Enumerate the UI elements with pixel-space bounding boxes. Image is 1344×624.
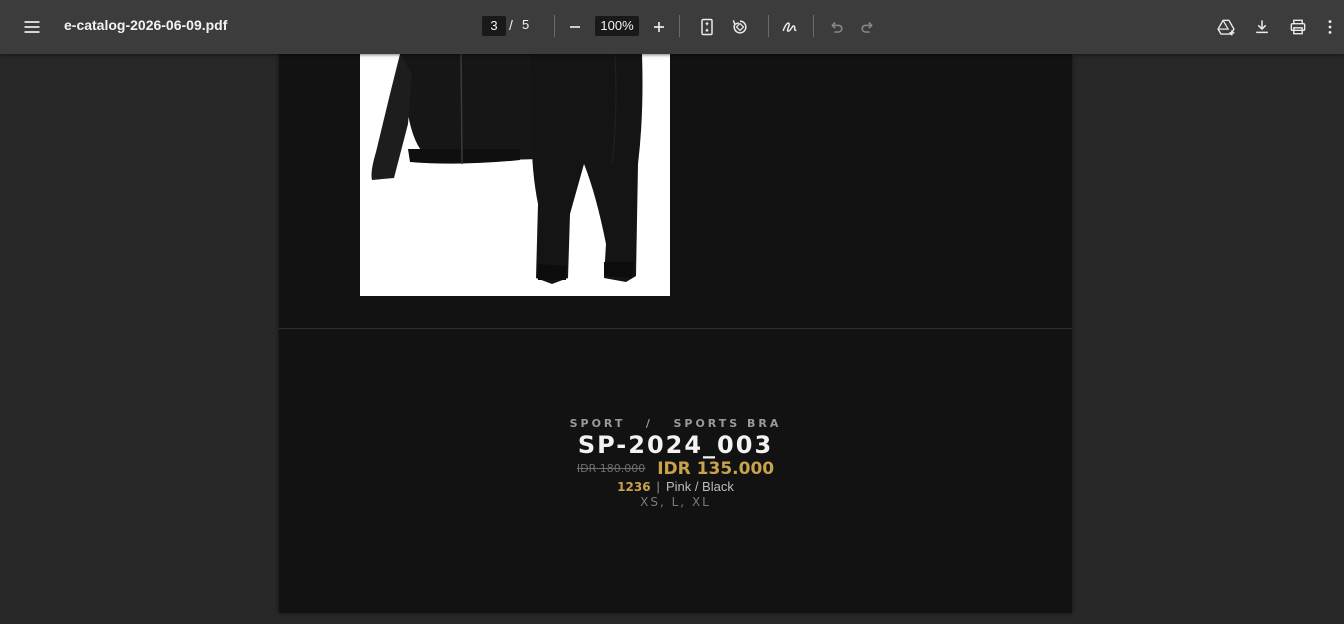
rotate-icon (732, 20, 747, 34)
fit-page-icon (701, 18, 713, 36)
zoom-in-button[interactable] (643, 11, 675, 43)
annotate-button[interactable] (774, 11, 806, 43)
document-title: e-catalog-2026-06-09.pdf (64, 17, 228, 33)
redo-icon (861, 21, 873, 33)
drive-icon (1217, 19, 1235, 36)
save-to-drive-button[interactable] (1210, 11, 1242, 43)
stock-count: 1236 (617, 480, 651, 494)
zoom-input[interactable]: 100% (595, 16, 639, 36)
product-image (360, 54, 670, 296)
tracksuit-illustration (371, 54, 643, 284)
product-meta: 1236 | Pink / Black (279, 479, 1072, 495)
meta-separator: | (656, 479, 660, 494)
page-total: 5 (522, 17, 530, 32)
pen-icon (782, 22, 797, 32)
download-icon (1256, 20, 1268, 34)
product-sku: SP-2024_003 (577, 431, 774, 459)
minus-icon (570, 26, 580, 28)
download-button[interactable] (1246, 11, 1278, 43)
price-row: IDR 180.000 IDR 135.000 (279, 459, 1072, 479)
sale-price: IDR 135.000 (657, 459, 775, 479)
toolbar-divider (768, 15, 769, 37)
product-card: SPORT / SPORTS BRA SP-2024_003 IDR 180.0… (279, 417, 1072, 509)
zoom-out-button[interactable] (559, 11, 591, 43)
plus-icon (654, 22, 664, 32)
page-separator: / (509, 17, 513, 33)
product-breadcrumb: SPORT / SPORTS BRA (279, 417, 1072, 431)
original-price: IDR 180.000 (576, 462, 646, 475)
print-icon (1290, 19, 1306, 35)
breadcrumb-category: SPORT (569, 417, 626, 430)
product-colors: Pink / Black (665, 479, 734, 494)
undo-button[interactable] (820, 11, 852, 43)
more-actions-button[interactable] (1318, 11, 1342, 43)
undo-icon (831, 21, 843, 33)
breadcrumb-subcategory: SPORTS BRA (673, 417, 782, 430)
menu-button[interactable] (16, 11, 48, 43)
pdf-page: SPORT / SPORTS BRA SP-2024_003 IDR 180.0… (279, 54, 1072, 613)
redo-button[interactable] (852, 11, 884, 43)
pdf-toolbar: e-catalog-2026-06-09.pdf 3 / 5 100% (0, 0, 1344, 54)
toolbar-divider (813, 15, 814, 37)
more-vert-icon (1328, 20, 1332, 34)
rotate-button[interactable] (724, 11, 756, 43)
breadcrumb-separator: / (645, 417, 653, 430)
fit-page-button[interactable] (691, 11, 723, 43)
product-sizes: XS, L, XL (640, 495, 711, 509)
print-button[interactable] (1282, 11, 1314, 43)
page-number-input[interactable]: 3 (482, 16, 506, 36)
toolbar-divider (554, 15, 555, 37)
menu-icon (24, 21, 40, 33)
toolbar-divider (679, 15, 680, 37)
page-divider (279, 328, 1072, 329)
